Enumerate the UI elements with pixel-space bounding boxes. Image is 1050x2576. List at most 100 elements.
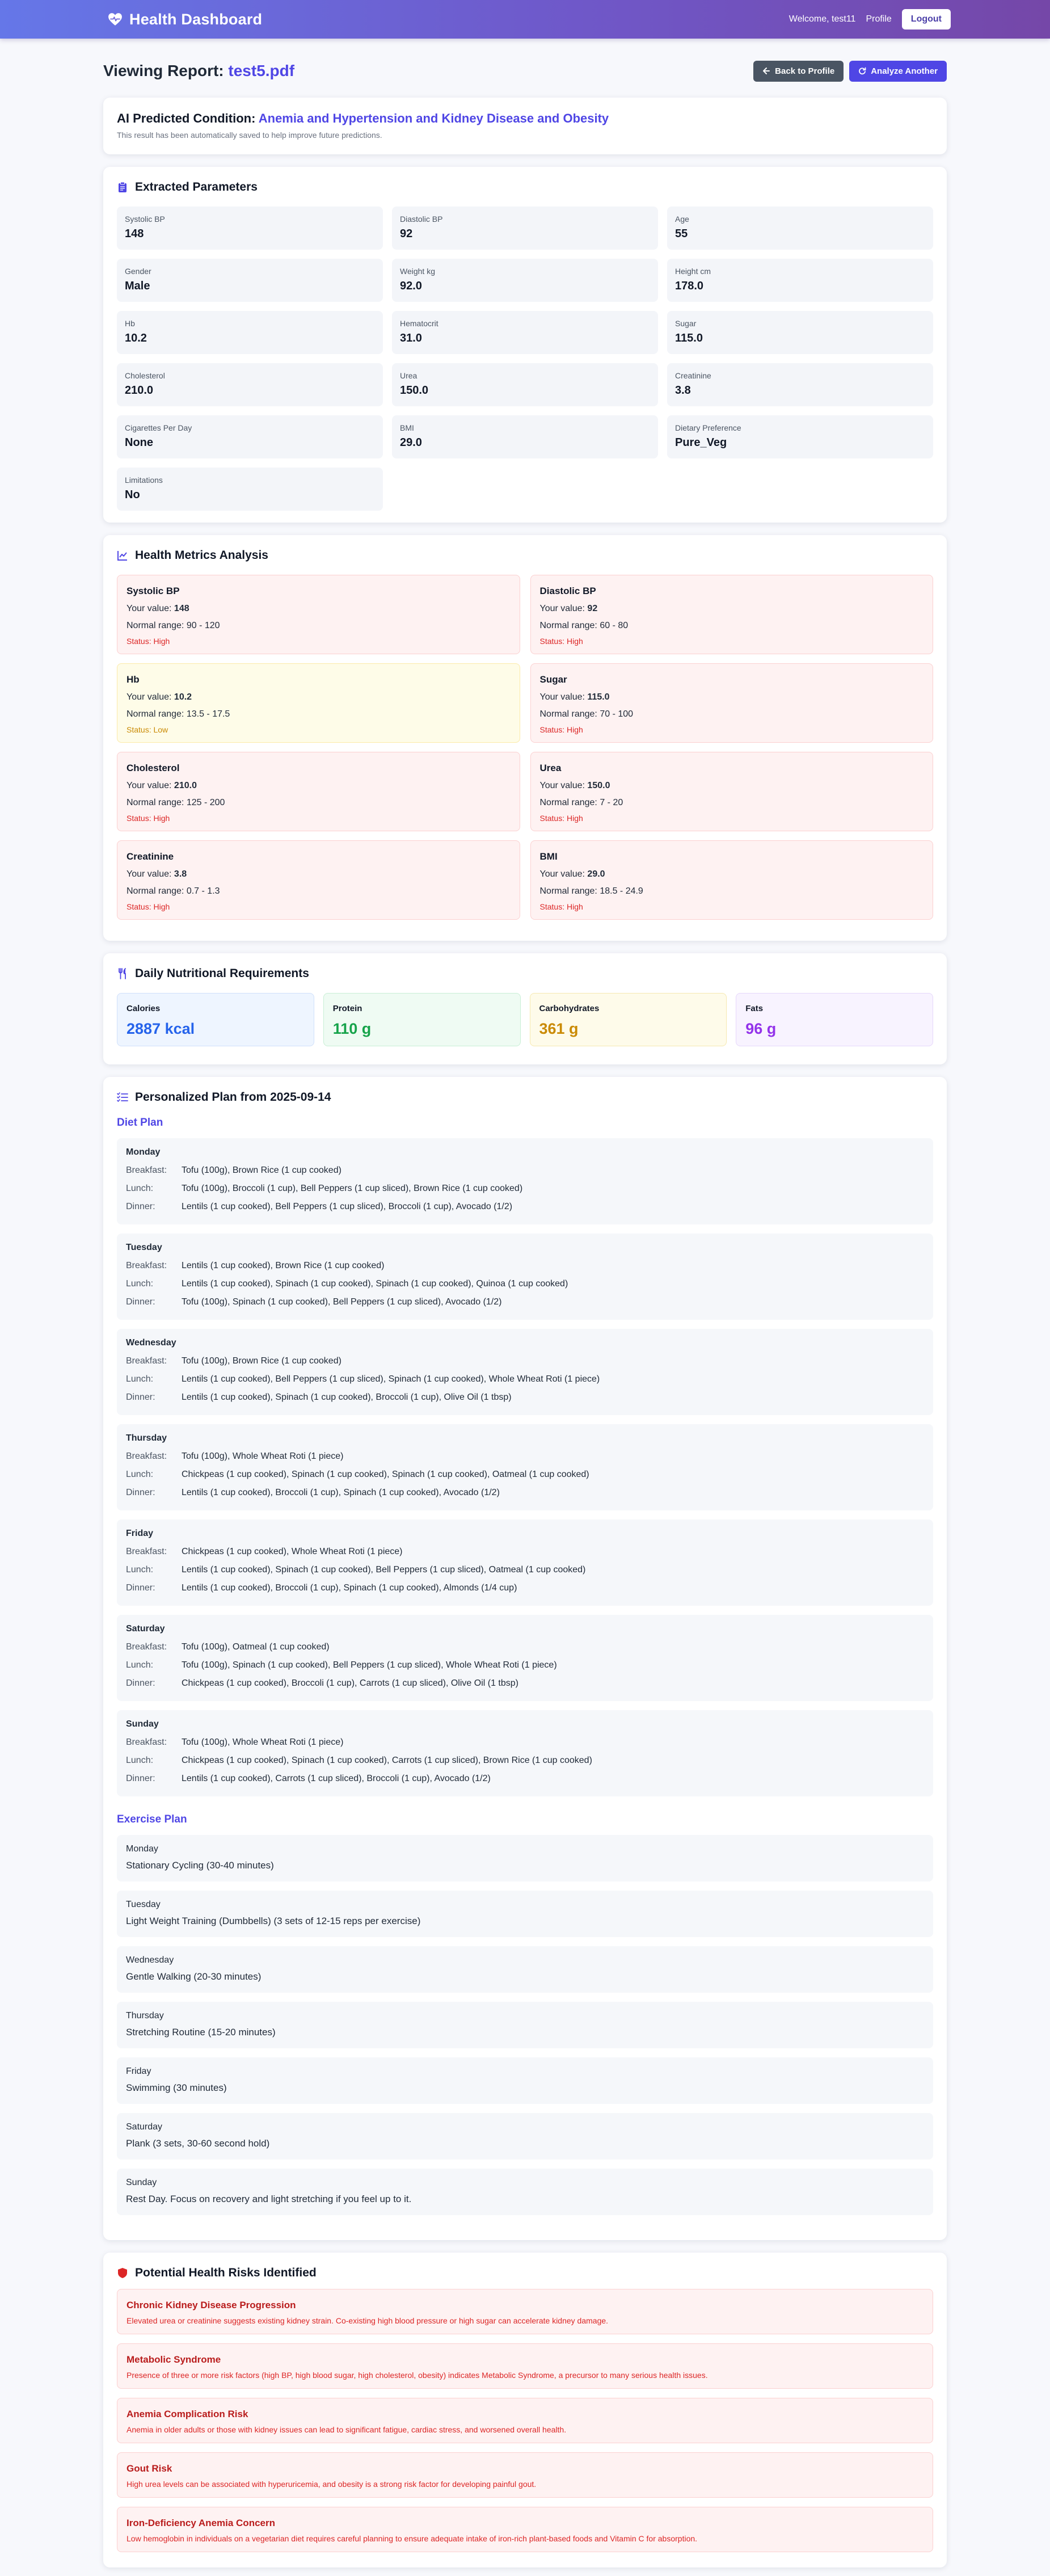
meal-items: Chickpeas (1 cup cooked), Broccoli (1 cu… xyxy=(182,1678,518,1688)
metric-status: Status: High xyxy=(539,814,583,823)
metric-range: 125 - 200 xyxy=(186,798,225,807)
parameter-value: Pure_Veg xyxy=(675,436,727,449)
parameter-label: Creatinine xyxy=(675,371,711,380)
parameter-label: Diastolic BP xyxy=(400,214,443,224)
diet-day: Tuesday Breakfast: Lentils (1 cup cooked),… xyxy=(117,1234,933,1320)
nutrition-value: 96 g xyxy=(745,1020,777,1037)
metric-card: Systolic BP Your value: 148 Normal range: … xyxy=(117,575,520,654)
risk-item: Chronic Kidney Disease Progression Elevat… xyxy=(117,2289,933,2334)
meal-row-breakfast: Breakfast: Tofu (100g), Whole Wheat Roti … xyxy=(126,1451,924,1462)
meal-label: Dinner: xyxy=(126,1202,155,1211)
metric-range: 0.7 - 1.3 xyxy=(186,886,220,896)
diet-day: Friday Breakfast: Chickpeas (1 cup cooked)… xyxy=(117,1519,933,1606)
meal-label: Lunch: xyxy=(126,1184,154,1193)
meal-row-dinner: Dinner: Chickpeas (1 cup cooked), Broccol… xyxy=(126,1678,924,1689)
exercise-day: Monday Stationary Cycling (30-40 minutes) xyxy=(117,1835,933,1882)
parameter-item: Weight kg 92.0 xyxy=(392,259,658,302)
meal-items: Tofu (100g), Brown Rice (1 cup cooked) xyxy=(182,1356,341,1366)
brand[interactable]: Health Dashboard xyxy=(108,11,262,28)
risk-name: Metabolic Syndrome xyxy=(126,2354,221,2365)
metric-value: 10.2 xyxy=(174,692,192,702)
risk-description: Elevated urea or creatinine suggests exi… xyxy=(126,2316,609,2325)
meal-row-lunch: Lunch: Chickpeas (1 cup cooked), Spinach … xyxy=(126,1470,924,1480)
parameter-item: Dietary Preference Pure_Veg xyxy=(667,415,933,458)
metric-normal-range: Normal range: 0.7 - 1.3 xyxy=(126,886,511,896)
meal-label: Lunch: xyxy=(126,1565,154,1575)
meal-items: Lentils (1 cup cooked), Broccoli (1 cup)… xyxy=(182,1488,500,1497)
meal-items: Tofu (100g), Broccoli (1 cup), Bell Pepp… xyxy=(182,1184,523,1193)
parameter-value: 92 xyxy=(400,228,413,240)
predicted-condition: Anemia and Hypertension and Kidney Disea… xyxy=(258,111,609,125)
metric-range: 18.5 - 24.9 xyxy=(600,886,643,896)
top-navbar: Health Dashboard Welcome, test11 Profile… xyxy=(0,0,1050,39)
diet-day: Monday Breakfast: Tofu (100g), Brown Rice … xyxy=(117,1138,933,1224)
metric-grid: Systolic BP Your value: 148 Normal range: … xyxy=(117,575,933,920)
risk-item: Iron-Deficiency Anemia Concern Low hemogl… xyxy=(117,2507,933,2552)
page-header: Viewing Report: test5.pdf Back to Profil… xyxy=(103,57,947,85)
normal-range-label: Normal range: xyxy=(126,621,184,630)
exercise-activity: Gentle Walking (20-30 minutes) xyxy=(126,1971,262,1982)
parameter-value: None xyxy=(125,436,153,449)
metric-status: Status: High xyxy=(126,637,170,646)
nutrition-card: Daily Nutritional Requirements Calories 2… xyxy=(103,953,947,1064)
parameter-label: Hb xyxy=(125,319,135,328)
your-value-label: Your value: xyxy=(126,869,172,879)
logout-button[interactable]: Logout xyxy=(901,9,951,30)
parameter-value: No xyxy=(125,489,140,501)
risk-name: Gout Risk xyxy=(126,2463,172,2474)
meal-label: Breakfast: xyxy=(126,1356,167,1366)
metric-value: 29.0 xyxy=(587,869,605,879)
exercise-activity: Stationary Cycling (30-40 minutes) xyxy=(126,1860,274,1871)
report-file-name: test5.pdf xyxy=(228,62,295,79)
exercise-activity: Swimming (30 minutes) xyxy=(126,2082,227,2093)
exercise-day: Saturday Plank (3 sets, 30-60 second hold… xyxy=(117,2113,933,2160)
metric-your-value: Your value: 150.0 xyxy=(540,781,924,791)
diet-day-name: Tuesday xyxy=(126,1243,162,1252)
nutrition-item: Calories 2887 kcal xyxy=(117,993,314,1046)
parameter-value: 115.0 xyxy=(675,332,703,344)
analyze-another-button[interactable]: Analyze Another xyxy=(849,60,947,82)
parameter-item: BMI 29.0 xyxy=(392,415,658,458)
extracted-parameters-heading: Extracted Parameters xyxy=(135,180,258,193)
metric-range: 7 - 20 xyxy=(600,798,623,807)
diet-day-name: Sunday xyxy=(126,1719,159,1729)
line-chart-icon xyxy=(117,551,127,561)
parameter-item: Systolic BP 148 xyxy=(117,207,383,250)
meal-items: Tofu (100g), Spinach (1 cup cooked), Bel… xyxy=(182,1660,557,1670)
metric-value: 92 xyxy=(587,604,598,613)
metric-name: Sugar xyxy=(539,674,567,685)
meal-row-breakfast: Breakfast: Tofu (100g), Brown Rice (1 cup… xyxy=(126,1356,924,1366)
metric-card: Hb Your value: 10.2 Normal range: 13.5 - 1… xyxy=(117,663,520,743)
parameter-label: Urea xyxy=(400,371,418,380)
profile-link[interactable]: Profile xyxy=(866,14,891,24)
meal-label: Lunch: xyxy=(126,1660,154,1670)
exercise-activity: Plank (3 sets, 30-60 second hold) xyxy=(126,2138,270,2149)
meal-items: Chickpeas (1 cup cooked), Spinach (1 cup… xyxy=(182,1756,592,1765)
plan-heading: Personalized Plan from 2025-09-14 xyxy=(135,1091,331,1104)
diet-day-name: Saturday xyxy=(126,1624,165,1634)
meal-items: Tofu (100g), Oatmeal (1 cup cooked) xyxy=(182,1642,330,1652)
risk-list: Chronic Kidney Disease Progression Elevat… xyxy=(117,2289,933,2552)
parameter-label: Systolic BP xyxy=(125,214,165,224)
prediction-note: This result has been automatically saved… xyxy=(117,131,382,140)
back-to-profile-button[interactable]: Back to Profile xyxy=(753,60,844,82)
page-title: Viewing Report: test5.pdf xyxy=(103,62,294,80)
diet-day-name: Friday xyxy=(126,1529,154,1538)
metric-card: Sugar Your value: 115.0 Normal range: 70 -… xyxy=(530,663,933,743)
meal-items: Chickpeas (1 cup cooked), Spinach (1 cup… xyxy=(182,1470,589,1479)
risk-name: Iron-Deficiency Anemia Concern xyxy=(126,2518,275,2528)
meal-row-breakfast: Breakfast: Tofu (100g), Oatmeal (1 cup co… xyxy=(126,1642,924,1652)
metric-name: BMI xyxy=(539,851,558,862)
meal-label: Lunch: xyxy=(126,1470,154,1479)
meal-row-dinner: Dinner: Lentils (1 cup cooked), Broccoli … xyxy=(126,1488,924,1498)
exercise-activity: Light Weight Training (Dumbbells) (3 set… xyxy=(126,1916,421,1926)
metric-range: 60 - 80 xyxy=(600,621,629,630)
meal-items: Lentils (1 cup cooked), Bell Peppers (1 … xyxy=(182,1202,513,1211)
metric-card: Creatinine Your value: 3.8 Normal range: 0… xyxy=(117,840,520,920)
parameter-label: Cholesterol xyxy=(125,371,165,380)
metric-value: 3.8 xyxy=(174,869,187,879)
parameter-item: Creatinine 3.8 xyxy=(667,363,933,406)
metric-normal-range: Normal range: 125 - 200 xyxy=(126,798,511,808)
meal-items: Lentils (1 cup cooked), Spinach (1 cup c… xyxy=(182,1279,568,1289)
parameter-item: Height cm 178.0 xyxy=(667,259,933,302)
